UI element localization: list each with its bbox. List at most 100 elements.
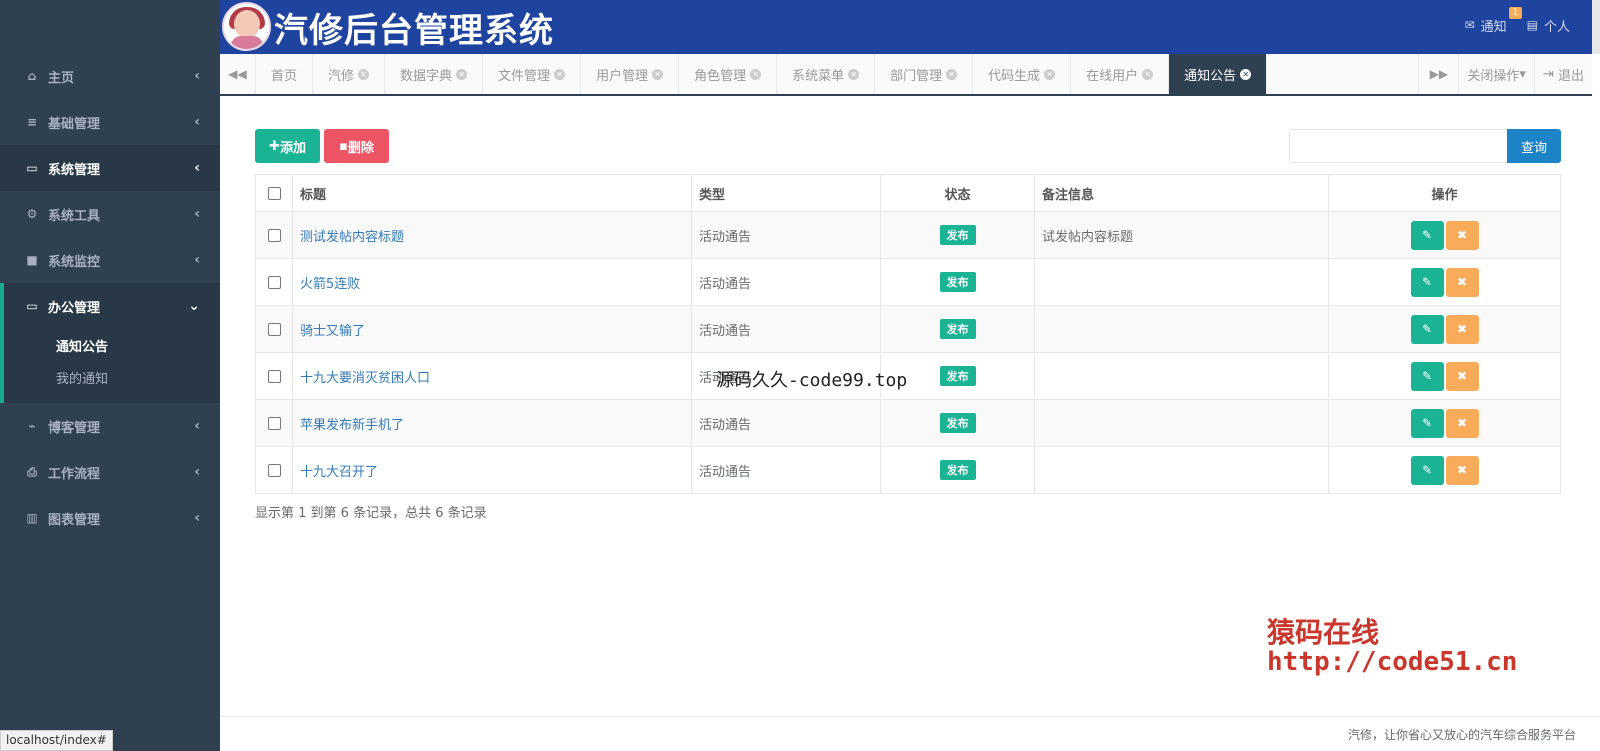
row-select-cell xyxy=(255,258,293,306)
table-row: 十九大召开了 活动通告 发布 ✎ ✖ xyxy=(255,446,1561,494)
title-cell: 火箭5连败 xyxy=(292,258,692,306)
chevron-left-icon: ‹ xyxy=(194,418,200,434)
status-cell: 发布 xyxy=(880,258,1035,306)
remove-button[interactable]: ✖ xyxy=(1445,408,1479,438)
edit-button[interactable]: ✎ xyxy=(1410,408,1444,438)
row-checkbox[interactable] xyxy=(267,228,281,242)
edit-button[interactable]: ✎ xyxy=(1410,267,1444,297)
sidebar-item-monitor[interactable]: ■ 系统监控 ‹ xyxy=(0,237,220,283)
edit-button[interactable]: ✎ xyxy=(1410,314,1444,344)
tab-scroll-right-button[interactable]: ▶▶ xyxy=(1418,54,1458,94)
logout-label: 退出 xyxy=(1557,68,1584,84)
close-icon[interactable]: ✕ xyxy=(1240,68,1252,80)
remove-button[interactable]: ✖ xyxy=(1445,455,1479,485)
edit-button[interactable]: ✎ xyxy=(1410,361,1444,391)
bar-chart-icon: ▥ xyxy=(26,511,38,525)
notify-link[interactable]: ✉ 通知 1 xyxy=(1465,6,1523,35)
delete-button[interactable]: ▪ 删除 xyxy=(324,129,389,163)
table-row: 骑士又输了 活动通告 发布 ✎ ✖ xyxy=(255,305,1561,353)
sidebar-item-basic[interactable]: ≡ 基础管理 ‹ xyxy=(0,99,220,145)
search-button[interactable]: 查询 xyxy=(1507,129,1561,163)
table-header-row: 标题 类型 状态 备注信息 操作 xyxy=(255,174,1561,212)
sidebar-item-tools[interactable]: ⚙ 系统工具 ‹ xyxy=(0,191,220,237)
sidebar-item-system[interactable]: ▭ 系统管理 ‹ xyxy=(0,145,220,191)
add-button[interactable]: ✚ 添加 xyxy=(255,129,320,163)
sidebar-item-home[interactable]: ⌂ 主页 ‹ xyxy=(0,53,220,99)
close-icon[interactable]: ✕ xyxy=(1044,68,1056,80)
row-checkbox[interactable] xyxy=(267,322,281,336)
remove-button[interactable]: ✖ xyxy=(1445,361,1479,391)
tab-notice[interactable]: 通知公告 ✕ xyxy=(1169,54,1268,94)
close-icon[interactable]: ✕ xyxy=(946,68,958,80)
ops-cell: ✎ ✖ xyxy=(1328,305,1561,353)
remove-button[interactable]: ✖ xyxy=(1445,220,1479,250)
remove-button[interactable]: ✖ xyxy=(1445,267,1479,297)
sidebar-item-office[interactable]: ▭ 办公管理 ⌄ xyxy=(4,283,220,329)
header-status[interactable]: 状态 xyxy=(880,174,1035,212)
sidebar-item-charts[interactable]: ▥ 图表管理 ‹ xyxy=(0,495,220,541)
tab-users[interactable]: 用户管理 ✕ xyxy=(581,54,680,94)
title-link[interactable]: 十九大召开了 xyxy=(300,465,378,480)
close-ops-dropdown[interactable]: 关闭操作 ▾ xyxy=(1458,54,1534,94)
title-link[interactable]: 测试发帖内容标题 xyxy=(300,230,404,245)
title-cell: 骑士又输了 xyxy=(292,305,692,353)
row-checkbox[interactable] xyxy=(267,463,281,477)
top-header: 汽修后台管理系统 ✉ 通知 1 ▤ 个人 xyxy=(220,0,1600,54)
remove-button[interactable]: ✖ xyxy=(1445,314,1479,344)
select-all-checkbox[interactable] xyxy=(267,186,281,200)
status-badge: 发布 xyxy=(939,366,976,386)
title-cell: 十九大召开了 xyxy=(292,446,692,494)
ops-cell: ✎ ✖ xyxy=(1328,258,1561,306)
tab-dict[interactable]: 数据字典 ✕ xyxy=(385,54,484,94)
row-checkbox[interactable] xyxy=(267,416,281,430)
close-icon[interactable]: ✕ xyxy=(848,68,860,80)
tab-depts[interactable]: 部门管理 ✕ xyxy=(875,54,974,94)
close-icon[interactable]: ✕ xyxy=(554,68,566,80)
tab-codegen[interactable]: 代码生成 ✕ xyxy=(973,54,1072,94)
header-type[interactable]: 类型 xyxy=(691,174,881,212)
tab-qixiu[interactable]: 汽修 ✕ xyxy=(313,54,386,94)
edit-button[interactable]: ✎ xyxy=(1410,455,1444,485)
tab-scroll-left-button[interactable]: ◀◀ xyxy=(220,54,256,94)
status-bar-url: localhost/index# xyxy=(0,730,113,751)
title-link[interactable]: 十九大要消灭贫困人口 xyxy=(300,371,430,386)
tab-files[interactable]: 文件管理 ✕ xyxy=(483,54,582,94)
scrollbar[interactable] xyxy=(1592,0,1600,54)
sidebar-item-blog[interactable]: ⌁ 博客管理 ‹ xyxy=(0,403,220,449)
title-link[interactable]: 火箭5连败 xyxy=(300,277,360,292)
close-icon[interactable]: ✕ xyxy=(456,68,468,80)
header-remark[interactable]: 备注信息 xyxy=(1034,174,1329,212)
tab-label: 在线用户 xyxy=(1086,68,1139,84)
tab-online[interactable]: 在线用户 ✕ xyxy=(1071,54,1170,94)
row-checkbox[interactable] xyxy=(267,369,281,383)
edit-button[interactable]: ✎ xyxy=(1410,220,1444,250)
close-icon[interactable]: ✕ xyxy=(750,68,762,80)
home-icon: ⌂ xyxy=(27,69,37,83)
title-link[interactable]: 骑士又输了 xyxy=(300,324,365,339)
ops-cell: ✎ ✖ xyxy=(1328,446,1561,494)
type-cell: 活动通告 xyxy=(691,399,881,447)
logout-button[interactable]: ⇥ 退出 xyxy=(1533,54,1592,94)
tab-roles[interactable]: 角色管理 ✕ xyxy=(679,54,778,94)
sidebar-top xyxy=(0,0,220,53)
sign-out-icon: ⇥ xyxy=(1542,66,1558,82)
close-icon[interactable]: ✕ xyxy=(1142,68,1154,80)
close-icon[interactable]: ✕ xyxy=(652,68,664,80)
tab-label: 角色管理 xyxy=(694,68,747,84)
watermark-red-line2: http://code51.cn xyxy=(1267,647,1518,677)
search-input[interactable] xyxy=(1289,129,1508,163)
chevron-down-icon: ⌄ xyxy=(188,298,200,314)
status-badge: 发布 xyxy=(939,225,976,245)
sidebar-subitem-notice[interactable]: 通知公告 xyxy=(4,329,220,361)
title-link[interactable]: 苹果发布新手机了 xyxy=(300,418,404,433)
tab-home[interactable]: 首页 xyxy=(256,54,314,94)
sidebar-item-workflow[interactable]: ⎙ 工作流程 ‹ xyxy=(0,449,220,495)
header-title[interactable]: 标题 xyxy=(292,174,692,212)
row-select-cell xyxy=(255,446,293,494)
close-icon[interactable]: ✕ xyxy=(358,68,370,80)
personal-link[interactable]: ▤ 个人 xyxy=(1527,16,1570,35)
sidebar-subitem-my-notice[interactable]: 我的通知 xyxy=(4,361,220,393)
tab-menus[interactable]: 系统菜单 ✕ xyxy=(777,54,876,94)
row-checkbox[interactable] xyxy=(267,275,281,289)
watermark-red-line1: 猿码在线 xyxy=(1267,616,1380,649)
